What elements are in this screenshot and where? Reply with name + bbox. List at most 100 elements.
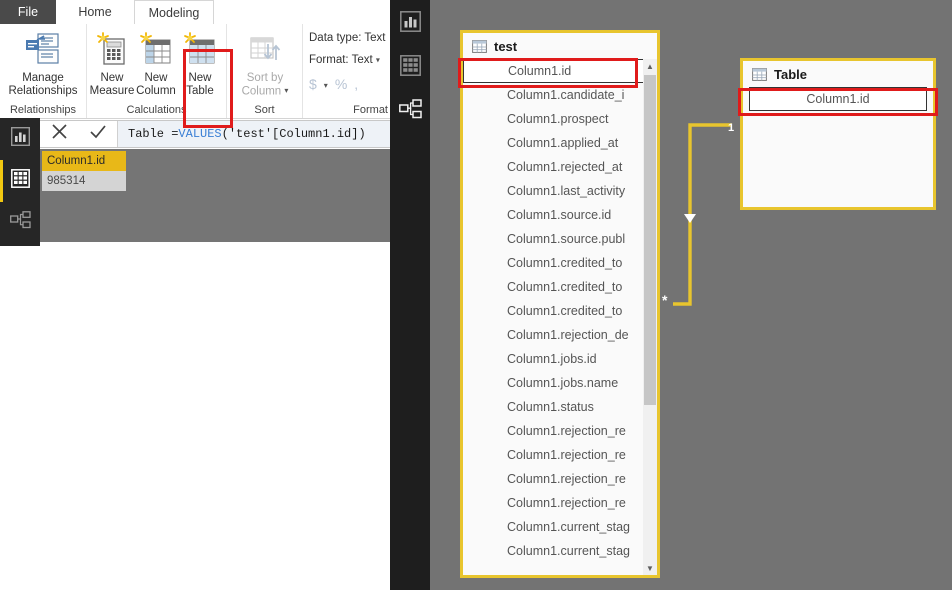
manage-relationships-button[interactable]: Manage Relationships xyxy=(3,28,83,97)
new-table-button[interactable]: New Table xyxy=(178,28,222,97)
manage-relationships-label: Manage Relationships xyxy=(8,72,78,97)
formula-bar: Table = VALUES ('test'[Column1.id]) xyxy=(40,120,390,148)
field-item[interactable]: Column1.jobs.name xyxy=(463,371,657,395)
field-item[interactable]: Column1.source.publ xyxy=(463,227,657,251)
field-list-scrollbar[interactable]: ▲ ▼ xyxy=(643,59,657,575)
nav-report-view-right[interactable] xyxy=(390,2,430,46)
formula-suffix: ('test'[Column1.id]) xyxy=(221,127,366,141)
scrollbar-thumb[interactable] xyxy=(644,75,656,405)
view-nav-rail-left xyxy=(0,118,40,246)
relationship-cardinality-one: 1 xyxy=(728,122,735,134)
tab-home-label: Home xyxy=(78,5,112,19)
chevron-down-icon: ▾ xyxy=(284,85,289,95)
table-icon xyxy=(752,67,767,81)
field-item[interactable]: Column1.current_stag xyxy=(463,515,657,539)
ribbon-group-relationships-label: Relationships xyxy=(9,104,77,116)
field-item[interactable]: Column1.rejection_de xyxy=(463,323,657,347)
new-measure-label: New Measure xyxy=(89,72,135,97)
nav-model-view[interactable] xyxy=(0,202,40,244)
nav-model-view-right[interactable] xyxy=(390,90,430,134)
currency-button[interactable]: $ xyxy=(309,76,324,92)
table-card-table-title: Table xyxy=(774,66,807,82)
new-column-button[interactable]: New Column xyxy=(134,28,178,97)
accept-icon[interactable] xyxy=(89,123,107,145)
ribbon-group-sort: Sort by Column ▾ Sort xyxy=(226,24,302,118)
manage-relationships-icon xyxy=(24,28,62,70)
scroll-up-icon[interactable]: ▲ xyxy=(643,59,657,73)
tab-file-label: File xyxy=(17,5,39,19)
table-card-test[interactable]: test Column1.id Column1.candidate_i Colu… xyxy=(460,30,660,578)
table-card-test-title: test xyxy=(494,38,518,54)
field-item[interactable]: Column1.rejection_re xyxy=(463,419,657,443)
comma-button[interactable]: , xyxy=(354,76,365,92)
field-item[interactable]: Column1.status xyxy=(463,395,657,419)
field-item[interactable]: Column1.credited_to xyxy=(463,299,657,323)
tab-modeling-label: Modeling xyxy=(148,5,200,20)
field-item[interactable]: Column1.source.id xyxy=(463,203,657,227)
ribbon-group-calculations-label: Calculations xyxy=(126,104,187,116)
field-item[interactable]: Column1.rejected_at xyxy=(463,155,657,179)
sort-by-column-label: Sort by Column ▾ xyxy=(241,72,289,97)
data-preview-grid: Column1.id 985314 xyxy=(40,149,390,242)
table-card-test-field-list[interactable]: Column1.id Column1.candidate_i Column1.p… xyxy=(463,59,657,575)
field-item[interactable]: Column1.prospect xyxy=(463,107,657,131)
formula-prefix: Table = xyxy=(128,127,179,141)
formula-input[interactable]: Table = VALUES ('test'[Column1.id]) xyxy=(118,121,390,147)
chevron-down-icon: ▾ xyxy=(323,80,335,90)
new-column-icon xyxy=(139,28,173,70)
field-item-selected[interactable]: Column1.id xyxy=(463,59,657,83)
data-type-value[interactable]: Data type: Text xyxy=(309,32,386,44)
nav-report-view[interactable] xyxy=(0,118,40,160)
field-item[interactable]: Column1.applied_at xyxy=(463,131,657,155)
field-item[interactable]: Column1.last_activity xyxy=(463,179,657,203)
field-item[interactable]: Column1.credited_to xyxy=(463,275,657,299)
power-bi-app-pane: File Home Modeling Manage Relationships … xyxy=(0,0,390,590)
data-preview-column: Column1.id 985314 xyxy=(42,151,126,191)
table-card-table-header[interactable]: Table xyxy=(743,61,933,87)
view-nav-rail-right xyxy=(390,0,430,590)
field-item[interactable]: Column1.rejection_re xyxy=(463,467,657,491)
data-view-icon xyxy=(10,169,30,193)
tab-file[interactable]: File xyxy=(0,0,56,24)
field-item[interactable]: Column1.jobs.id xyxy=(463,347,657,371)
new-table-icon xyxy=(183,28,217,70)
table-card-test-header[interactable]: test xyxy=(463,33,657,59)
field-item-selected[interactable]: Column1.id xyxy=(749,87,927,111)
percent-button[interactable]: % xyxy=(335,76,354,92)
ribbon-group-formatting: Data type: Text Format: Text ▾ $▾%, Form… xyxy=(302,24,390,118)
format-symbols: $▾%, xyxy=(309,76,365,92)
sort-by-column-button[interactable]: Sort by Column ▾ xyxy=(235,28,295,97)
field-item[interactable]: Column1.credited_to xyxy=(463,251,657,275)
new-measure-button[interactable]: New Measure xyxy=(90,28,134,97)
field-item[interactable]: Column1.candidate_i xyxy=(463,83,657,107)
field-item[interactable]: Column1.current_stag xyxy=(463,539,657,563)
scroll-down-icon[interactable]: ▼ xyxy=(643,561,657,575)
report-view-icon xyxy=(10,126,30,151)
ribbon-group-calculations: New Measure New Column New Table Calcula… xyxy=(86,24,226,118)
data-preview-cell[interactable]: 985314 xyxy=(42,171,126,191)
formula-bar-actions xyxy=(40,121,118,147)
new-column-label: New Column xyxy=(136,72,176,97)
model-view-pane: 1 * test Column1.id Column1.candidate_i … xyxy=(390,0,952,590)
tab-modeling[interactable]: Modeling xyxy=(134,0,214,24)
table-icon xyxy=(472,39,487,53)
table-card-table[interactable]: Table Column1.id xyxy=(740,58,936,210)
model-view-icon xyxy=(398,99,422,125)
formula-function-name: VALUES xyxy=(178,127,222,141)
model-view-icon xyxy=(9,211,31,235)
nav-data-view-right[interactable] xyxy=(390,46,430,90)
tab-home[interactable]: Home xyxy=(56,0,134,24)
cancel-icon[interactable] xyxy=(51,123,68,145)
ribbon-tabstrip: File Home Modeling xyxy=(0,0,390,24)
field-item[interactable]: Column1.rejection_re xyxy=(463,443,657,467)
ribbon-group-relationships: Manage Relationships Relationships xyxy=(0,24,86,118)
nav-data-view[interactable] xyxy=(0,160,40,202)
format-value[interactable]: Format: Text ▾ xyxy=(309,54,380,66)
data-preview-column-header[interactable]: Column1.id xyxy=(42,151,126,171)
relationship-direction-arrow xyxy=(684,214,696,223)
ribbon: Manage Relationships Relationships New M… xyxy=(0,24,390,128)
relationship-cardinality-many: * xyxy=(662,292,668,308)
chevron-down-icon: ▾ xyxy=(375,55,380,65)
field-item[interactable]: Column1.rejection_re xyxy=(463,491,657,515)
new-table-label: New Table xyxy=(186,72,214,97)
